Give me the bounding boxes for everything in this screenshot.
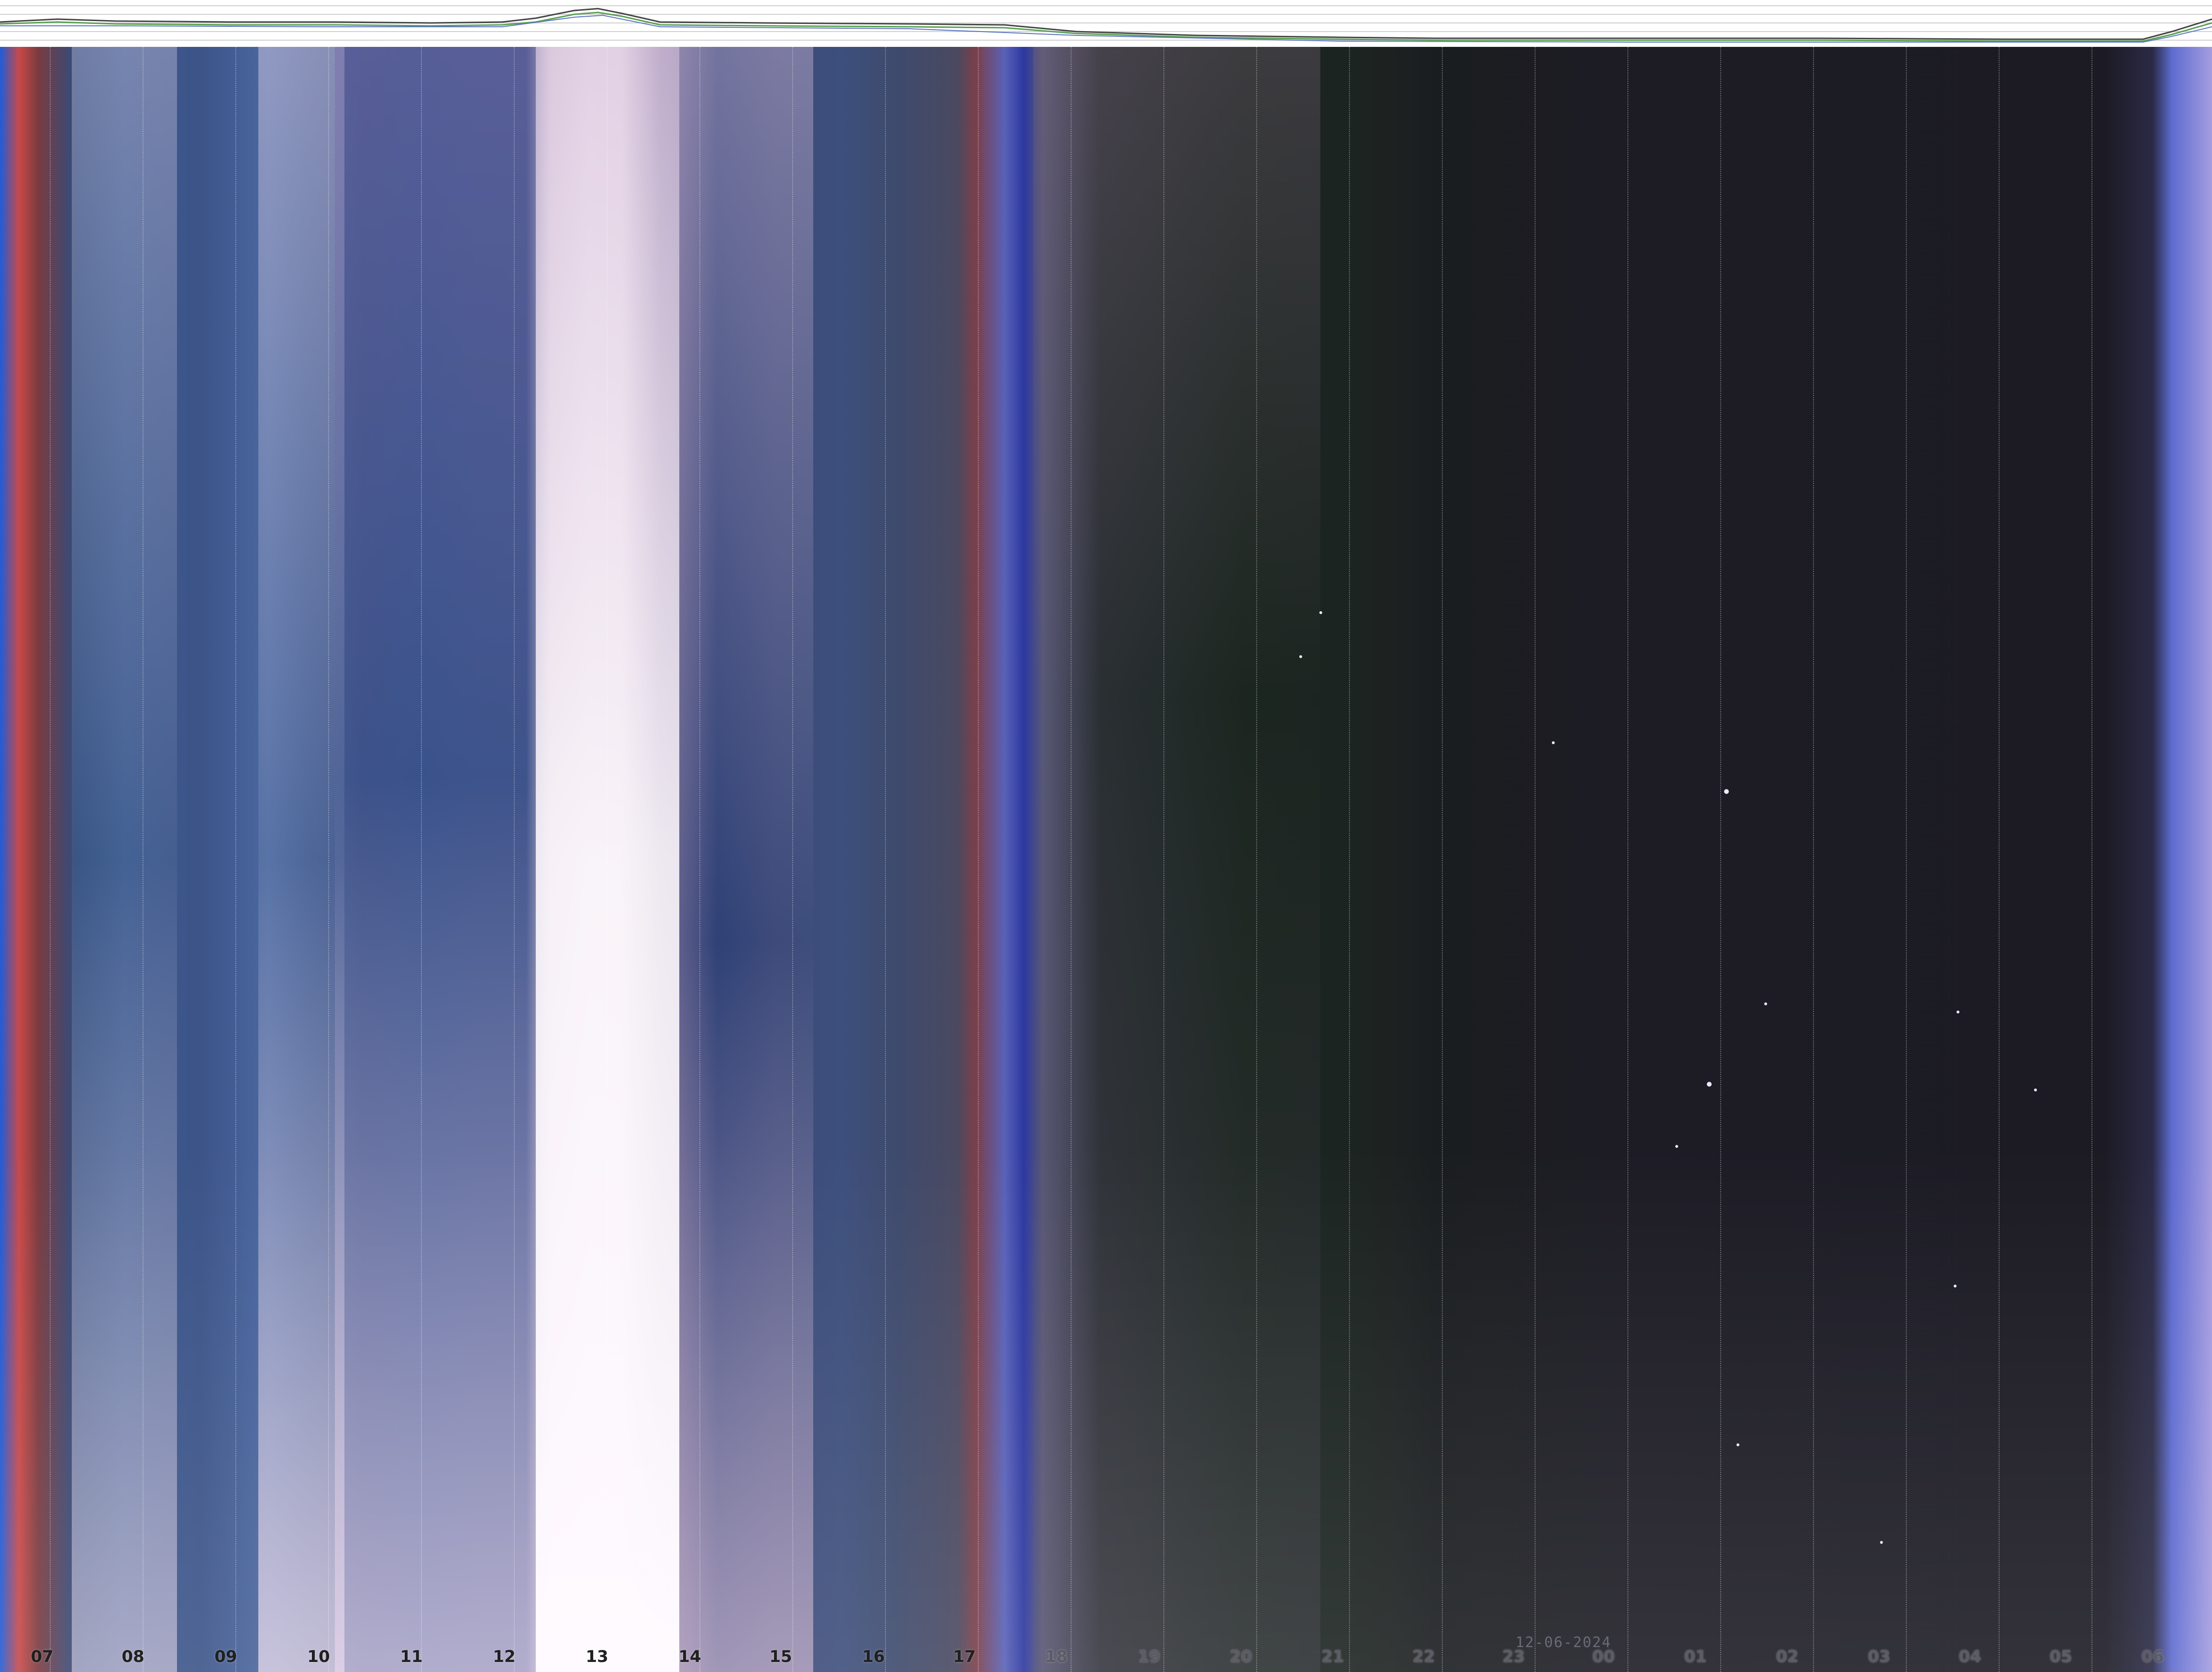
hour-label-21: 21 bbox=[1321, 1647, 1344, 1666]
hour-label-08: 08 bbox=[122, 1647, 144, 1666]
hour-gridline bbox=[421, 47, 422, 1672]
hour-gridline bbox=[328, 47, 329, 1672]
hour-gridline bbox=[2091, 47, 2092, 1672]
hour-label-03: 03 bbox=[1868, 1647, 1891, 1666]
cloud-streak bbox=[536, 47, 679, 1672]
horizon-fade bbox=[0, 1146, 2212, 1672]
hour-gridline bbox=[1071, 47, 1072, 1672]
hour-gridline bbox=[235, 47, 236, 1672]
hour-label-17: 17 bbox=[953, 1647, 976, 1666]
hour-gridline bbox=[1999, 47, 2000, 1672]
cloud-streak bbox=[335, 47, 536, 1672]
hour-gridline bbox=[1349, 47, 1350, 1672]
hour-label-15: 15 bbox=[769, 1647, 792, 1666]
hour-gridline bbox=[1813, 47, 1814, 1672]
hour-label-06: 06 bbox=[2141, 1647, 2164, 1666]
sensor-graph-strip bbox=[0, 0, 2212, 47]
hour-label-01: 01 bbox=[1684, 1647, 1707, 1666]
hour-label-16: 16 bbox=[862, 1647, 885, 1666]
star bbox=[1675, 1145, 1678, 1148]
star bbox=[1764, 1002, 1767, 1005]
hour-label-07: 07 bbox=[31, 1647, 54, 1666]
hour-label-13: 13 bbox=[586, 1647, 608, 1666]
star bbox=[1299, 655, 1302, 658]
cloud-streak bbox=[258, 47, 344, 1672]
hour-label-19: 19 bbox=[1138, 1647, 1161, 1666]
hour-gridline bbox=[978, 47, 979, 1672]
hour-gridline bbox=[143, 47, 144, 1672]
hour-gridline bbox=[699, 47, 700, 1672]
hour-gridline bbox=[514, 47, 515, 1672]
hour-label-22: 22 bbox=[1412, 1647, 1435, 1666]
star bbox=[1707, 1082, 1712, 1087]
star bbox=[1954, 1285, 1957, 1287]
keogram-image: 07 08 09 10 11 12 13 14 15 16 17 18 19 2… bbox=[0, 47, 2212, 1672]
star bbox=[2034, 1089, 2037, 1091]
hour-label-11: 11 bbox=[400, 1647, 423, 1666]
hour-label-09: 09 bbox=[214, 1647, 237, 1666]
hour-gridline bbox=[885, 47, 886, 1672]
hour-gridline bbox=[1163, 47, 1164, 1672]
star bbox=[1957, 1011, 1959, 1013]
hour-label-10: 10 bbox=[307, 1647, 330, 1666]
hour-label-04: 04 bbox=[1958, 1647, 1981, 1666]
hour-gridline bbox=[792, 47, 793, 1672]
hour-gridline bbox=[50, 47, 51, 1672]
hour-gridline bbox=[1627, 47, 1628, 1672]
hour-label-12: 12 bbox=[493, 1647, 516, 1666]
hour-label-02: 02 bbox=[1776, 1647, 1799, 1666]
hour-label-05: 05 bbox=[2049, 1647, 2072, 1666]
cloud-streak bbox=[1033, 47, 1320, 1672]
star bbox=[1552, 741, 1555, 744]
star bbox=[1724, 789, 1729, 794]
star bbox=[1880, 1541, 1883, 1544]
date-label: 12-06-2024 bbox=[1515, 1634, 1612, 1651]
hour-gridline bbox=[1535, 47, 1536, 1672]
star bbox=[1736, 1443, 1739, 1446]
hour-label-18: 18 bbox=[1045, 1647, 1068, 1666]
hour-label-20: 20 bbox=[1229, 1647, 1252, 1666]
hour-gridline bbox=[607, 47, 608, 1672]
hour-gridline bbox=[1442, 47, 1443, 1672]
star bbox=[1319, 611, 1322, 614]
hour-gridline bbox=[1720, 47, 1721, 1672]
cloud-streak bbox=[72, 47, 177, 1672]
hour-gridline bbox=[1906, 47, 1907, 1672]
sensor-graph bbox=[0, 5, 2212, 43]
hour-gridline bbox=[1256, 47, 1257, 1672]
hour-label-14: 14 bbox=[678, 1647, 701, 1666]
